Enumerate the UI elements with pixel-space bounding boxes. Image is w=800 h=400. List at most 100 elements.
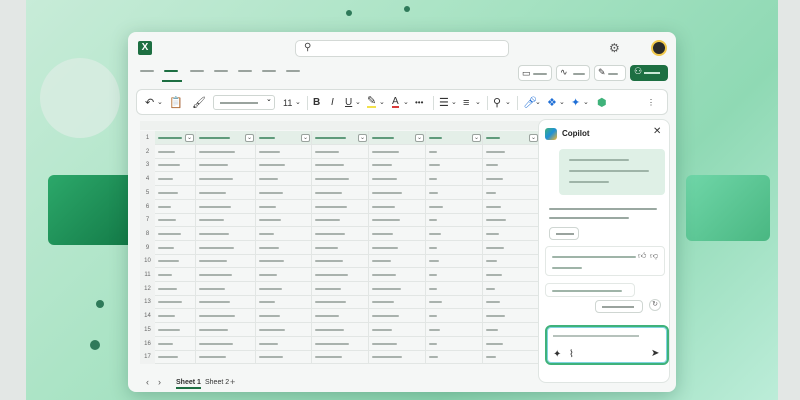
table-cell[interactable] xyxy=(196,226,256,241)
comments-button[interactable]: ▭ xyxy=(518,65,552,81)
table-cell[interactable] xyxy=(256,172,312,187)
table-cell[interactable] xyxy=(369,295,426,310)
table-cell[interactable] xyxy=(256,336,312,351)
row-number[interactable]: 3 xyxy=(140,158,155,173)
table-cell[interactable] xyxy=(256,254,312,269)
copilot-icon[interactable]: ⬢ xyxy=(597,95,607,111)
table-cell[interactable] xyxy=(369,268,426,282)
table-cell[interactable] xyxy=(196,213,256,228)
align-icon[interactable]: ≡ xyxy=(463,95,469,111)
table-cell[interactable] xyxy=(483,226,540,241)
table-cell[interactable] xyxy=(256,281,312,296)
row-number[interactable]: 6 xyxy=(140,199,155,214)
table-cell[interactable] xyxy=(256,226,312,241)
underline-button[interactable]: U xyxy=(345,95,352,111)
table-cell[interactable] xyxy=(369,322,426,337)
table-cell[interactable] xyxy=(155,322,196,337)
refresh-icon[interactable]: ↻ xyxy=(649,299,661,311)
table-cell[interactable] xyxy=(483,281,540,296)
sheet-tab-2[interactable]: Sheet 2 xyxy=(205,377,229,389)
font-size-select[interactable]: 11 xyxy=(283,95,292,111)
chevron-down-icon[interactable]: ⌄ xyxy=(157,95,163,111)
table-cell[interactable] xyxy=(426,322,483,337)
table-cell[interactable] xyxy=(155,185,196,200)
find-icon[interactable]: ⚲ xyxy=(493,95,501,111)
table-cell[interactable] xyxy=(196,268,256,282)
table-cell[interactable] xyxy=(426,336,483,351)
font-color-button[interactable]: A xyxy=(392,95,399,108)
table-cell[interactable] xyxy=(426,226,483,241)
row-number[interactable]: 17 xyxy=(140,350,155,365)
attach-icon[interactable]: ⌇ xyxy=(569,349,574,360)
table-cell[interactable] xyxy=(312,322,369,337)
font-name-select[interactable]: ⌄ xyxy=(213,95,275,110)
ribbon-tab[interactable] xyxy=(214,70,228,72)
table-cell[interactable] xyxy=(483,158,540,173)
table-cell[interactable] xyxy=(369,172,426,187)
table-cell[interactable] xyxy=(369,185,426,200)
chevron-down-icon[interactable]: ⌄ xyxy=(475,95,481,111)
table-cell[interactable] xyxy=(155,254,196,269)
highlight-icon[interactable]: ✎ xyxy=(367,95,377,108)
search-box[interactable]: ⚲ xyxy=(295,40,509,57)
italic-button[interactable]: I xyxy=(331,95,334,111)
send-icon[interactable]: ➤ xyxy=(651,348,659,359)
chevron-down-icon[interactable]: ⌄ xyxy=(505,95,511,111)
table-cell[interactable] xyxy=(155,172,196,187)
ribbon-tab[interactable] xyxy=(286,70,300,72)
chevron-down-icon[interactable]: ⌄ xyxy=(535,95,541,111)
row-number[interactable]: 13 xyxy=(140,295,155,310)
table-cell[interactable] xyxy=(155,199,196,214)
chevron-down-icon[interactable]: ⌄ xyxy=(451,95,457,111)
chevron-down-icon[interactable]: ⌄ xyxy=(295,95,301,111)
table-cell[interactable] xyxy=(483,213,540,228)
table-cell[interactable] xyxy=(426,281,483,296)
table-cell[interactable] xyxy=(483,309,540,324)
table-cell[interactable] xyxy=(312,144,369,159)
table-cell[interactable] xyxy=(426,172,483,187)
copilot-compose-box[interactable]: ✦ ⌇ ➤ xyxy=(545,325,669,365)
table-cell[interactable] xyxy=(312,281,369,296)
table-cell[interactable] xyxy=(369,254,426,269)
row-number[interactable]: 1 xyxy=(140,131,155,145)
table-cell[interactable] xyxy=(426,199,483,214)
table-cell[interactable] xyxy=(196,309,256,324)
row-number[interactable]: 8 xyxy=(140,226,155,241)
table-cell[interactable] xyxy=(426,254,483,269)
table-cell[interactable] xyxy=(483,199,540,214)
table-cell[interactable]: ⌄ xyxy=(312,131,369,145)
share-button[interactable]: ⚇ xyxy=(630,65,668,81)
table-cell[interactable] xyxy=(426,350,483,365)
table-cell[interactable] xyxy=(369,309,426,324)
bold-button[interactable]: B xyxy=(313,95,320,111)
table-cell[interactable] xyxy=(483,336,540,351)
row-number[interactable]: 7 xyxy=(140,213,155,228)
table-cell[interactable] xyxy=(155,240,196,255)
table-cell[interactable] xyxy=(155,268,196,282)
filter-dropdown-icon[interactable]: ⌄ xyxy=(529,134,538,142)
table-cell[interactable] xyxy=(426,213,483,228)
sparkle-icon[interactable]: ✦ xyxy=(553,349,561,360)
styles-icon[interactable]: ❖ xyxy=(547,95,557,111)
table-cell[interactable] xyxy=(256,322,312,337)
chevron-right-icon[interactable]: › xyxy=(158,377,161,387)
table-cell[interactable] xyxy=(426,295,483,310)
table-cell[interactable] xyxy=(369,350,426,365)
table-cell[interactable] xyxy=(483,172,540,187)
table-cell[interactable] xyxy=(196,158,256,173)
table-cell[interactable] xyxy=(312,336,369,351)
catch-up-button[interactable]: ∿ xyxy=(556,65,590,81)
table-cell[interactable]: ⌄ xyxy=(155,131,196,145)
filter-dropdown-icon[interactable]: ⌄ xyxy=(245,134,254,142)
editing-button[interactable]: ✎ xyxy=(594,65,626,81)
more-options-button[interactable]: ••• xyxy=(415,95,423,111)
table-cell[interactable] xyxy=(426,240,483,255)
table-cell[interactable] xyxy=(369,144,426,159)
row-number[interactable]: 12 xyxy=(140,281,155,296)
row-number[interactable]: 16 xyxy=(140,336,155,351)
table-cell[interactable] xyxy=(426,185,483,200)
table-cell[interactable] xyxy=(155,213,196,228)
designer-icon[interactable]: ✦ xyxy=(571,95,580,111)
table-cell[interactable] xyxy=(196,199,256,214)
chevron-down-icon[interactable]: ⌄ xyxy=(559,95,565,111)
